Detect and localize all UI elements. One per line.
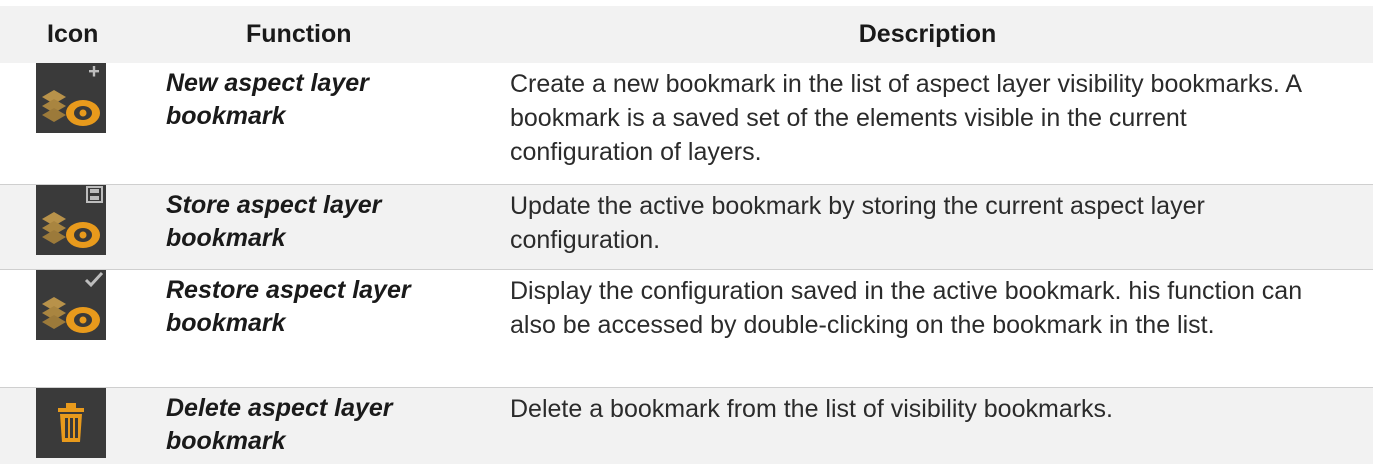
header-icon: Icon [47,20,99,48]
header-function: Function [246,20,352,48]
icon-cell [0,185,142,269]
function-name: Restore aspect layer bookmark [166,276,411,337]
icon-cell [0,270,142,387]
table-row: Store aspect layer bookmark Update the a… [0,185,1373,270]
functions-table: Icon Function Description New aspect lay… [0,6,1373,464]
function-description: Update the active bookmark by storing th… [510,192,1205,254]
function-name: New aspect layer bookmark [166,69,369,130]
header-description: Description [858,20,997,48]
function-description: Create a new bookmark in the list of asp… [510,70,1301,166]
table-header: Icon Function Description [0,6,1373,63]
function-name: Delete aspect layer bookmark [166,394,393,455]
function-description: Delete a bookmark from the list of visib… [510,395,1113,423]
new-aspect-layer-bookmark-icon[interactable] [36,63,106,133]
store-aspect-layer-bookmark-icon[interactable] [36,185,106,255]
restore-aspect-layer-bookmark-icon[interactable] [36,270,106,340]
icon-cell [0,63,142,184]
function-name: Store aspect layer bookmark [166,191,382,252]
icon-cell [0,388,142,464]
trash-icon[interactable] [36,388,106,458]
table-row: Restore aspect layer bookmark Display th… [0,270,1373,388]
function-description: Display the configuration saved in the a… [510,277,1303,339]
table-row: New aspect layer bookmark Create a new b… [0,63,1373,185]
table-row: Delete aspect layer bookmark Delete a bo… [0,388,1373,464]
